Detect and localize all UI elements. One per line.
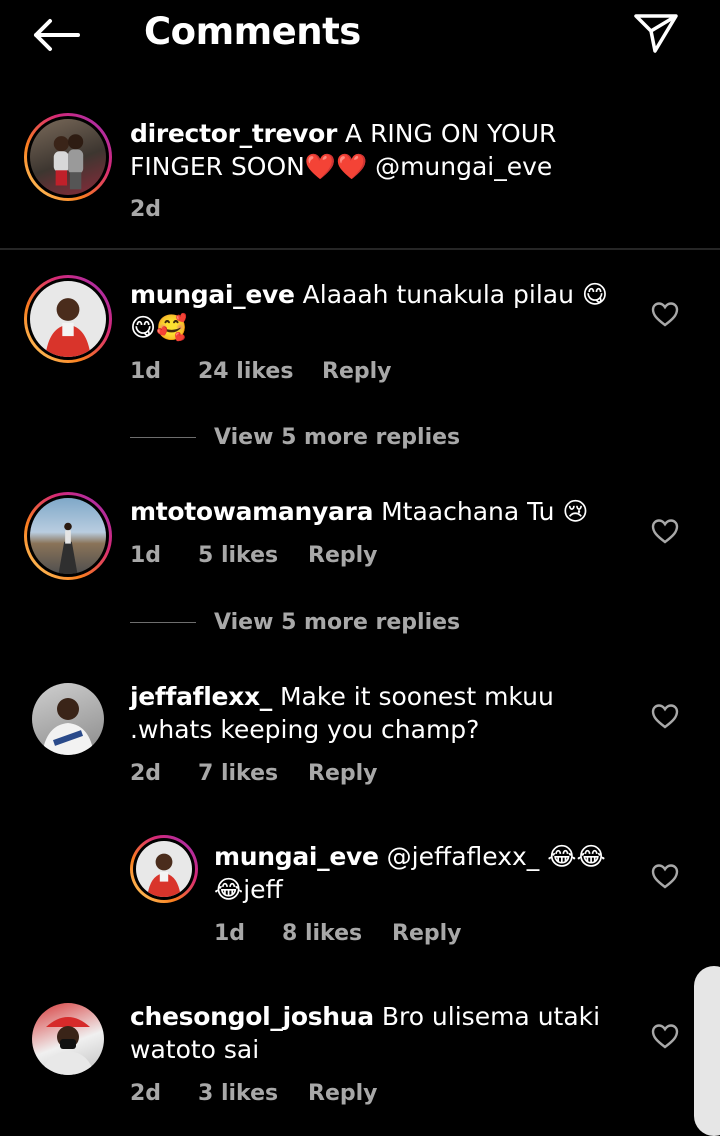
reply-button[interactable]: Reply [392, 921, 462, 946]
caption-meta: 2d [130, 197, 161, 222]
paper-plane-icon [634, 14, 678, 53]
comment-time: 1d [214, 921, 246, 946]
avatar-photo [30, 498, 106, 574]
comment-time: 1d [130, 359, 162, 384]
caption-username[interactable]: director_trevor [130, 119, 337, 148]
comment-username[interactable]: chesongol_joshua [130, 1002, 374, 1031]
comment-meta: 1d 24 likes Reply [130, 359, 392, 384]
header-bar: Comments [0, 0, 720, 70]
comment-meta: 2d 7 likes Reply [130, 761, 378, 786]
avatar[interactable] [130, 835, 198, 903]
comment-time: 1d [130, 543, 162, 568]
avatar-photo [30, 281, 106, 357]
heart-outline-icon[interactable] [650, 1021, 680, 1051]
comment-body: Mtaachana Tu 😢 [381, 497, 589, 526]
avatar[interactable] [24, 492, 112, 580]
scrollbar-thumb[interactable] [694, 966, 720, 1136]
comment-text: mungai_eve Alaaah tunakula pilau 😋😋🥰 [130, 278, 625, 344]
comment-meta: 1d 8 likes Reply [214, 921, 462, 946]
avatar[interactable] [32, 683, 104, 755]
divider [0, 249, 720, 250]
back-button[interactable] [28, 14, 84, 56]
comment-text: mungai_eve @jeffaflexx_ 😂😂😂jeff [214, 840, 614, 906]
comment-time: 2d [130, 1081, 162, 1106]
avatar[interactable] [24, 275, 112, 363]
comment-text: mtotowamanyara Mtaachana Tu 😢 [130, 495, 625, 528]
comment-time: 2d [130, 761, 162, 786]
comment-likes[interactable]: 5 likes [198, 543, 308, 568]
avatar-photo [136, 841, 192, 897]
avatar[interactable] [32, 1003, 104, 1075]
comment-text: chesongol_joshua Bro ulisema utaki watot… [130, 1000, 625, 1066]
heart-outline-icon[interactable] [650, 516, 680, 546]
comment-text: jeffaflexx_ Make it soonest mkuu .whats … [130, 680, 625, 746]
reply-thread-line [130, 437, 196, 438]
comment-meta: 1d 5 likes Reply [130, 543, 378, 568]
view-replies[interactable]: View 5 more replies [130, 610, 460, 635]
view-replies-label[interactable]: View 5 more replies [214, 610, 460, 635]
comment-username[interactable]: jeffaflexx_ [130, 682, 272, 711]
reply-button[interactable]: Reply [308, 1081, 378, 1106]
heart-outline-icon[interactable] [650, 701, 680, 731]
arrow-left-icon [34, 19, 80, 51]
comment-likes[interactable]: 8 likes [282, 921, 392, 946]
comment-likes[interactable]: 24 likes [198, 359, 322, 384]
comment-username[interactable]: mtotowamanyara [130, 497, 373, 526]
share-button[interactable] [628, 8, 684, 58]
reply-button[interactable]: Reply [308, 543, 378, 568]
heart-outline-icon[interactable] [650, 861, 680, 891]
comment-likes[interactable]: 3 likes [198, 1081, 308, 1106]
post-caption: director_trevor A RING ON YOUR FINGER SO… [0, 100, 720, 249]
heart-outline-icon[interactable] [650, 299, 680, 329]
view-replies-label[interactable]: View 5 more replies [214, 425, 460, 450]
comment-likes[interactable]: 7 likes [198, 761, 308, 786]
comment-meta: 2d 3 likes Reply [130, 1081, 378, 1106]
caption-text: director_trevor A RING ON YOUR FINGER SO… [130, 117, 625, 183]
reply-button[interactable]: Reply [322, 359, 392, 384]
comment-username[interactable]: mungai_eve [214, 842, 379, 871]
avatar-photo [30, 119, 106, 195]
reply-button[interactable]: Reply [308, 761, 378, 786]
caption-time: 2d [130, 197, 162, 222]
avatar[interactable] [24, 113, 112, 201]
view-replies[interactable]: View 5 more replies [130, 425, 460, 450]
page-title: Comments [144, 10, 361, 53]
comment-username[interactable]: mungai_eve [130, 280, 295, 309]
reply-thread-line [130, 622, 196, 623]
